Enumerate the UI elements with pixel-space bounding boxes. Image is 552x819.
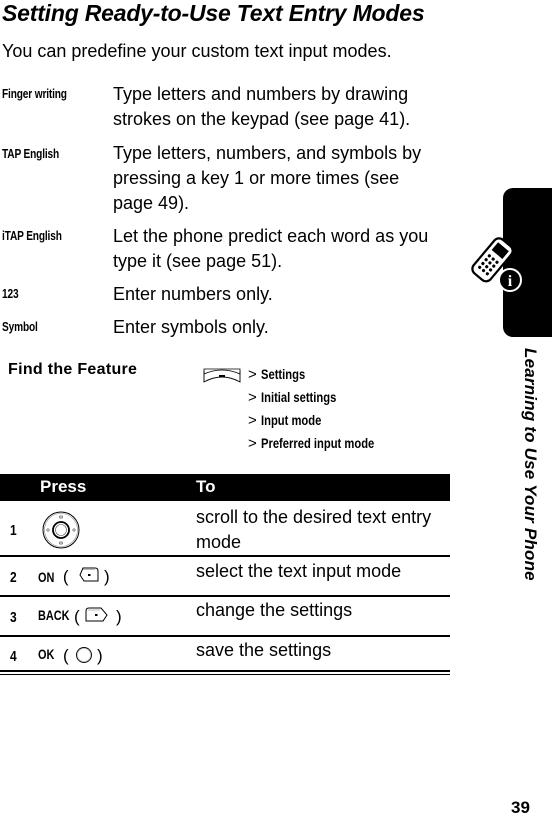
find-feature-label: Find the Feature	[8, 361, 138, 378]
nav-key-icon	[42, 511, 80, 549]
center-select-key-icon	[76, 647, 92, 663]
mode-description: Type letters and numbers by drawing stro…	[113, 84, 411, 129]
svg-text:i: i	[508, 273, 513, 290]
chapter-title: Learning to Use Your Phone	[521, 348, 540, 581]
header-press: Press	[40, 477, 87, 496]
path-separator: >	[248, 435, 257, 452]
mode-description: Enter numbers only.	[113, 284, 273, 304]
path-separator: >	[248, 389, 257, 406]
path-item-label: Settings	[260, 366, 305, 382]
page-number: 39	[511, 798, 530, 817]
step-number: 2	[10, 569, 17, 586]
mode-label: Symbol	[2, 319, 38, 334]
right-soft-key-icon	[85, 607, 108, 622]
path-item: > Settings	[248, 366, 316, 383]
press-key: BACK	[38, 607, 78, 623]
header-to: To	[196, 477, 216, 496]
path-item: > Input mode	[248, 412, 336, 429]
left-soft-key-icon	[79, 567, 99, 582]
path-item-label: Initial settings	[260, 389, 337, 405]
step-description: scroll to the desired text entry mode	[196, 507, 432, 552]
path-separator: >	[248, 412, 257, 429]
paren-close: )	[97, 646, 103, 665]
paren-open: (	[63, 646, 69, 665]
step-description: save the settings	[196, 640, 332, 660]
mode-description: Enter symbols only.	[113, 317, 269, 337]
menu-key-icon	[203, 368, 241, 383]
step-description: select the text input mode	[196, 561, 402, 581]
key-label: ON	[38, 569, 55, 585]
row-divider	[0, 595, 450, 597]
row-divider	[0, 635, 450, 637]
step-description: change the settings	[196, 600, 353, 620]
row-divider	[0, 555, 450, 557]
mode-label: iTAP English	[2, 228, 62, 243]
path-separator: >	[248, 366, 257, 383]
paren-open: (	[74, 607, 80, 626]
step-number: 1	[10, 522, 17, 539]
path-item-label: Input mode	[260, 412, 322, 428]
paren-close: )	[116, 607, 122, 626]
page-title: Setting Ready-to-Use Text Entry Modes	[2, 0, 425, 26]
press-key: ON (	[38, 567, 69, 586]
mode-label: TAP English	[2, 146, 60, 161]
mode-description: Type letters, numbers, and symbols by pr…	[113, 143, 422, 213]
step-number: 4	[10, 648, 17, 665]
key-label: BACK	[38, 607, 70, 623]
path-item: > Initial settings	[248, 389, 355, 406]
table-bottom-rule	[0, 674, 450, 675]
mode-label: 123	[2, 286, 19, 301]
phone-info-icon: i	[471, 237, 522, 292]
intro-text: You can predefine your custom text input…	[2, 41, 392, 61]
mode-description: Let the phone predict each word as you t…	[113, 226, 429, 271]
key-label: OK	[38, 646, 55, 662]
mode-label: Finger writing	[2, 86, 67, 101]
paren-close: )	[104, 567, 110, 586]
path-item-label: Preferred input mode	[260, 435, 375, 451]
path-item: > Preferred input mode	[248, 435, 402, 452]
press-key: OK	[38, 646, 59, 662]
step-number: 3	[10, 609, 17, 626]
table-bottom-rule	[0, 670, 450, 672]
